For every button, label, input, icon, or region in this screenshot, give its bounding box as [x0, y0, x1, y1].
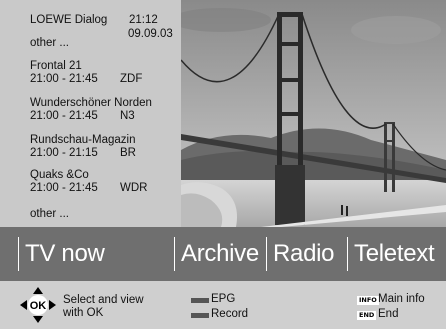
program-channel: BR [120, 147, 136, 159]
menu-item-teletext[interactable]: Teletext [347, 237, 435, 271]
ok-dpad-icon: OK [19, 286, 57, 324]
main-menu-bar: TV now Archive Radio Teletext [0, 227, 446, 281]
select-hint: Select and view with OK [63, 294, 144, 320]
program-entry-zdf[interactable]: Frontal 21 21:00 - 21:45 ZDF [30, 60, 180, 86]
ok-label: OK [30, 300, 47, 312]
header-time: 21:12 [129, 14, 158, 26]
menu-item-tv-now[interactable]: TV now [18, 237, 105, 271]
program-entry-wdr[interactable]: Quaks &Co 21:00 - 21:45 WDR [30, 169, 180, 195]
program-title: Wunderschöner Norden [30, 97, 152, 109]
help-bar: OK Select and view with OK EPG Record IN… [0, 281, 446, 329]
program-title: Frontal 21 [30, 60, 82, 72]
epg-color-key [191, 298, 209, 303]
program-time: 21:00 - 21:45 [30, 182, 98, 194]
program-list-panel: LOEWE Dialog 21:12 09.09.03 other ... Fr… [0, 0, 181, 227]
tv-picture [181, 0, 446, 227]
record-color-key [191, 313, 209, 318]
other-programs-top[interactable]: other ... [30, 37, 69, 49]
program-channel: N3 [120, 110, 135, 122]
program-entry-n3[interactable]: Wunderschöner Norden 21:00 - 21:45 N3 [30, 97, 180, 123]
tv-screen: LOEWE Dialog 21:12 09.09.03 other ... Fr… [0, 0, 446, 329]
info-key: INFO [357, 296, 379, 305]
program-entry-br[interactable]: Rundschau-Magazin 21:00 - 21:15 BR [30, 134, 180, 160]
header-title: LOEWE Dialog [30, 14, 108, 26]
program-title: Quaks &Co [30, 169, 89, 181]
program-time: 21:00 - 21:15 [30, 147, 98, 159]
epg-label: EPG [211, 293, 236, 305]
program-time: 21:00 - 21:45 [30, 73, 98, 85]
golden-gate-bridge-photo [181, 0, 446, 227]
end-label: End [378, 308, 399, 320]
program-title: Rundschau-Magazin [30, 134, 136, 146]
main-info-label: Main info [378, 293, 425, 305]
program-channel: ZDF [120, 73, 143, 85]
record-label: Record [211, 308, 249, 320]
other-programs-bottom[interactable]: other ... [30, 208, 69, 220]
menu-item-radio[interactable]: Radio [266, 237, 335, 271]
end-key: END [357, 311, 377, 320]
header-date: 09.09.03 [128, 28, 173, 40]
program-channel: WDR [120, 182, 148, 194]
program-time: 21:00 - 21:45 [30, 110, 98, 122]
menu-item-archive[interactable]: Archive [174, 237, 259, 271]
select-hint-line1: Select and view [63, 294, 144, 306]
select-hint-line2: with OK [63, 307, 104, 319]
